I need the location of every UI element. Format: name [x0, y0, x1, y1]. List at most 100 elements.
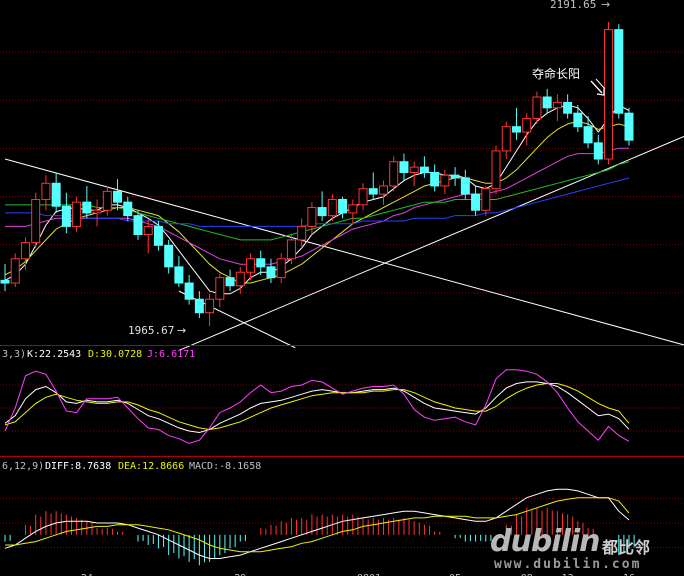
kdj-d-value: D:30.0728 — [88, 349, 142, 360]
candle-body — [205, 298, 215, 314]
candle — [92, 199, 102, 227]
candle — [31, 192, 41, 248]
candle — [450, 167, 460, 186]
candle-body — [10, 258, 20, 284]
candle-body — [31, 198, 41, 244]
candle — [20, 237, 30, 270]
candle — [614, 24, 624, 119]
candle — [604, 21, 614, 165]
stock-chart: 2191.65 → 1965.67 → 夺命长阳 3,3) K:22.2543 … — [0, 0, 684, 576]
candle-body — [604, 29, 614, 160]
candle-body — [511, 126, 521, 133]
macd-diff-value: DIFF:8.7638 — [45, 461, 111, 472]
candle-body — [430, 172, 440, 187]
candle — [583, 115, 593, 149]
high-price-arrow: → — [601, 0, 610, 11]
candle — [491, 145, 501, 195]
candle-body — [123, 201, 133, 217]
candle-body — [368, 188, 378, 195]
candle-body — [532, 96, 542, 120]
candle-body — [614, 29, 624, 114]
candle — [389, 156, 399, 192]
candle-body — [225, 277, 235, 287]
candle — [10, 253, 20, 288]
candle-body — [82, 201, 92, 214]
pattern-annotation: 夺命长阳 — [532, 66, 580, 81]
candle — [338, 196, 348, 219]
candle-body — [41, 182, 51, 200]
candle-body — [573, 112, 583, 128]
candle-body — [143, 225, 153, 236]
candle-body — [491, 150, 501, 190]
candle-body — [440, 174, 450, 187]
candle-body — [583, 126, 593, 144]
candle — [348, 199, 358, 224]
candle-body — [286, 239, 296, 260]
candle — [399, 153, 409, 181]
candle — [501, 121, 511, 160]
candle-body — [563, 101, 573, 114]
candle-body — [51, 182, 61, 207]
candle — [0, 264, 10, 292]
candle-body — [338, 198, 348, 214]
kdj-line — [4, 381, 630, 434]
candle-body — [102, 190, 112, 211]
candle-body — [378, 185, 388, 195]
candle — [225, 269, 235, 292]
kdj-panel — [4, 369, 630, 444]
kdj-k-value: K:22.2543 — [27, 349, 81, 360]
candle — [72, 196, 82, 232]
candle-body — [348, 204, 358, 214]
candle-body — [542, 96, 552, 109]
candle-body — [256, 258, 266, 268]
candle — [430, 164, 440, 192]
candle — [317, 191, 327, 222]
candle-body — [61, 205, 71, 227]
candle-body — [20, 242, 30, 260]
kdj-header-prefix: 3,3) — [2, 349, 26, 360]
candle — [358, 183, 368, 211]
moving-average-line — [5, 177, 630, 227]
candle-body — [471, 193, 481, 211]
candle — [419, 156, 429, 178]
candle — [440, 169, 450, 195]
candle — [522, 113, 532, 146]
candle-body — [307, 207, 317, 227]
candle-body — [174, 266, 184, 284]
candle-body — [481, 188, 491, 211]
candle — [174, 256, 184, 288]
candle-body — [194, 298, 204, 314]
trend-line — [178, 135, 684, 351]
candle — [511, 107, 521, 141]
moving-average-line — [5, 147, 629, 265]
macd-dea-value: DEA:12.8666 — [118, 461, 184, 472]
candle-body — [0, 279, 10, 284]
macd-value: MACD:-8.1658 — [189, 461, 261, 472]
price-panel — [0, 21, 684, 351]
kdj-j-value: J:6.6171 — [147, 349, 195, 360]
candle — [409, 161, 419, 186]
low-price-label: 1965.67 — [128, 324, 174, 337]
candle-body — [215, 277, 225, 300]
candle-body — [276, 258, 286, 279]
candle-body — [399, 161, 409, 174]
candle — [184, 274, 194, 305]
candle-body — [409, 166, 419, 174]
candle-body — [133, 215, 143, 236]
candle — [205, 293, 215, 327]
candle — [624, 107, 634, 146]
candle-body — [72, 201, 82, 227]
candle — [471, 185, 481, 216]
candle — [573, 105, 583, 133]
kdj-line — [4, 369, 630, 444]
candle-body — [113, 190, 123, 203]
candle — [552, 94, 562, 122]
candle-body — [593, 142, 603, 160]
candle-body — [153, 225, 163, 246]
candle — [266, 258, 276, 284]
candle-body — [297, 225, 307, 241]
candle — [563, 94, 573, 119]
candle-body — [358, 188, 368, 206]
high-price-label: 2191.65 — [550, 0, 596, 11]
candle-body — [460, 177, 470, 195]
